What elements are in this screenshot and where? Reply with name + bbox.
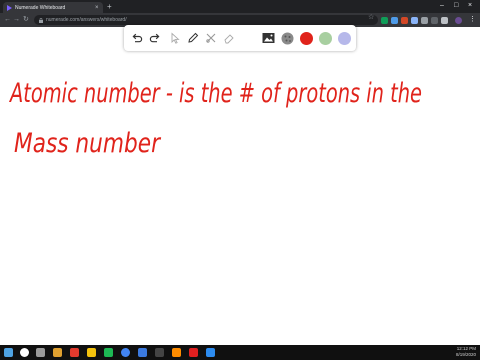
ink-line-1: Atomic number - is the # of protons in t…: [9, 78, 422, 109]
app-icon[interactable]: [70, 348, 79, 357]
clock-date: 8/19/2020: [455, 352, 476, 357]
search-icon[interactable]: [20, 348, 29, 357]
screen: Numerade Whiteboard × + – □ × ← → ↻ nume…: [0, 0, 480, 360]
app-icon[interactable]: [138, 348, 147, 357]
file-explorer-icon[interactable]: [53, 348, 62, 357]
ink-line-2: Mass number: [14, 128, 162, 159]
app-icon[interactable]: [206, 348, 215, 357]
windows-start-icon[interactable]: [4, 348, 13, 357]
app-icon[interactable]: [189, 348, 198, 357]
taskbar: 12:12 PM 8/19/2020: [0, 345, 480, 360]
handwriting-ink: Atomic number - is the # of protons in t…: [9, 78, 422, 159]
app-icon[interactable]: [104, 348, 113, 357]
app-icon[interactable]: [87, 348, 96, 357]
chrome-icon[interactable]: [121, 348, 130, 357]
app-icon[interactable]: [155, 348, 164, 357]
task-view-icon[interactable]: [36, 348, 45, 357]
system-clock[interactable]: 12:12 PM 8/19/2020: [456, 346, 476, 358]
app-icon[interactable]: [172, 348, 181, 357]
